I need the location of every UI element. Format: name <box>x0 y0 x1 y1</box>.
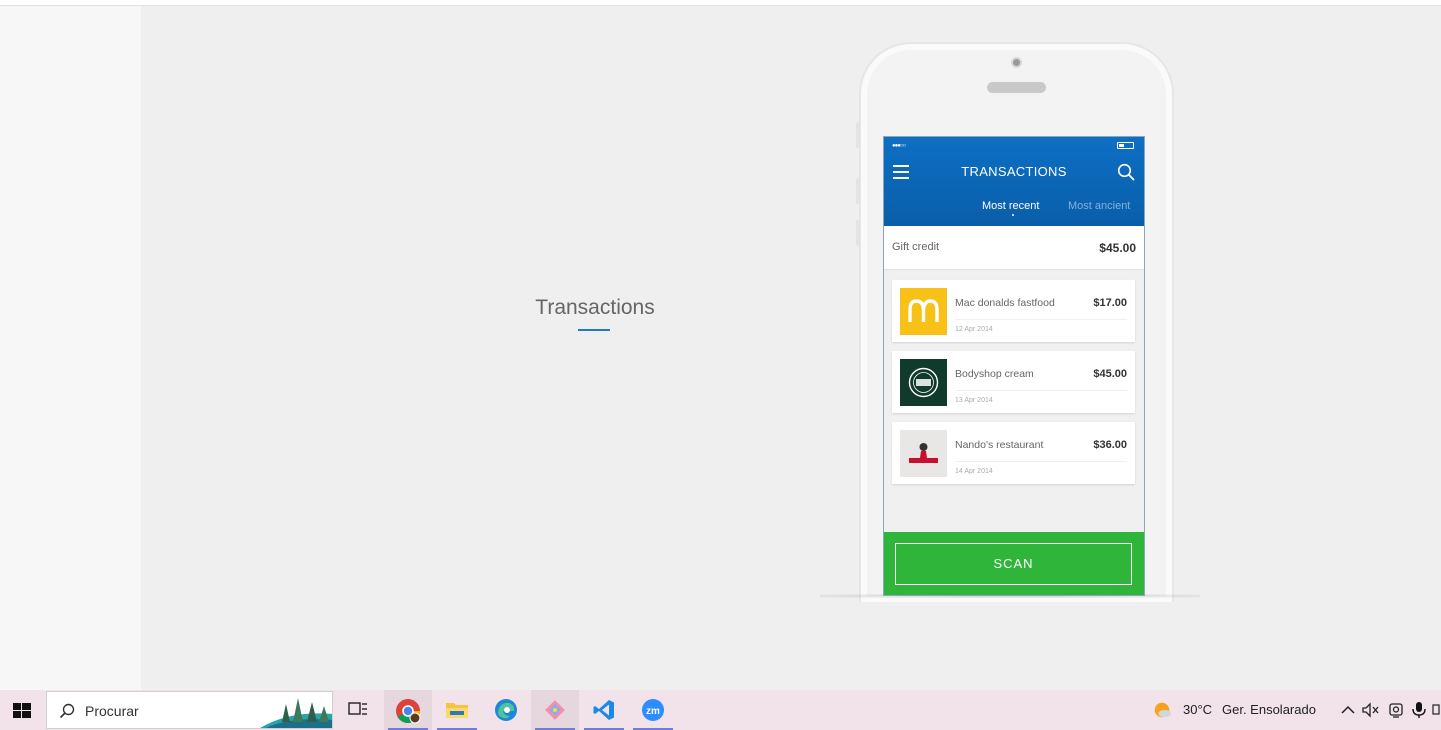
gift-credit-value: $45.00 <box>1099 241 1136 255</box>
mcdonalds-logo <box>900 288 947 335</box>
bodyshop-logo <box>900 359 947 406</box>
windows-start-icon[interactable] <box>0 690 44 730</box>
weather-temperature[interactable]: 30°C <box>1183 702 1212 717</box>
git-icon <box>545 700 565 720</box>
task-view-button[interactable] <box>334 690 382 730</box>
divider <box>955 461 1127 462</box>
left-panel <box>0 6 141 690</box>
transaction-item[interactable]: Bodyshop cream $45.00 13 Apr 2014 <box>892 351 1135 413</box>
search-placeholder: Procurar <box>85 703 139 719</box>
phone-side-button <box>856 122 860 148</box>
transaction-name: Nando's restaurant <box>955 439 1044 451</box>
taskbar: Procurar zm 30°C Ger. Ensolarado <box>0 690 1441 730</box>
transaction-name: Mac donalds fastfood <box>955 297 1055 309</box>
phone-speaker <box>987 82 1046 93</box>
phone-side-button <box>856 220 860 246</box>
taskbar-app-file-explorer[interactable] <box>433 690 481 730</box>
search-highlight-image <box>260 698 332 728</box>
page-title: Transactions <box>535 296 655 319</box>
transaction-date: 12 Apr 2014 <box>955 326 993 333</box>
file-explorer-icon <box>446 703 468 718</box>
transaction-date: 13 Apr 2014 <box>955 397 993 404</box>
edge-icon <box>495 699 517 721</box>
weather-sun-icon[interactable] <box>1152 700 1172 720</box>
zoom-icon: zm <box>642 699 664 721</box>
speaker-muted-icon[interactable] <box>1361 700 1381 720</box>
title-underline <box>578 329 610 331</box>
divider <box>955 390 1127 391</box>
gift-credit-label: Gift credit <box>892 241 940 253</box>
tab-most-ancient[interactable]: Most ancient <box>1068 200 1130 212</box>
phone-screen: ●●●○○ TRANSACTIONS Most recent Most anci… <box>883 136 1145 596</box>
main-content <box>141 6 1441 690</box>
app-header: ●●●○○ TRANSACTIONS Most recent Most anci… <box>884 137 1144 226</box>
divider <box>955 319 1127 320</box>
taskbar-app-vscode[interactable] <box>580 690 628 730</box>
active-tab-indicator <box>1012 214 1014 216</box>
taskbar-app-edge[interactable] <box>482 690 530 730</box>
chrome-icon <box>396 699 421 724</box>
vscode-icon <box>593 700 614 720</box>
taskbar-search-input[interactable]: Procurar <box>46 691 333 729</box>
transaction-amount: $17.00 <box>1093 297 1127 309</box>
taskbar-app-git[interactable] <box>531 690 579 730</box>
transaction-amount: $45.00 <box>1093 368 1127 380</box>
phone-side-button <box>856 178 860 204</box>
network-icon[interactable] <box>1431 700 1441 720</box>
transaction-item[interactable]: Mac donalds fastfood $17.00 12 Apr 2014 <box>892 280 1135 342</box>
tab-most-recent[interactable]: Most recent <box>982 200 1039 212</box>
app-title: TRANSACTIONS <box>961 164 1067 179</box>
microphone-icon[interactable] <box>1409 700 1429 720</box>
nandos-logo <box>900 430 947 477</box>
camera-icon[interactable] <box>1386 700 1406 720</box>
transaction-amount: $36.00 <box>1093 439 1127 451</box>
search-icon[interactable] <box>1117 163 1135 181</box>
svg-text:zm: zm <box>646 706 660 717</box>
transaction-date: 14 Apr 2014 <box>955 468 993 475</box>
task-view-icon <box>348 702 367 715</box>
search-icon <box>59 703 75 719</box>
scan-button[interactable]: SCAN <box>895 543 1132 585</box>
signal-indicator: ●●●○○ <box>892 143 906 149</box>
gift-credit-row: Gift credit $45.00 <box>884 226 1144 270</box>
scan-footer: SCAN <box>884 532 1144 595</box>
chevron-up-icon[interactable] <box>1338 700 1358 720</box>
taskbar-app-zoom[interactable]: zm <box>629 690 677 730</box>
transaction-item[interactable]: Nando's restaurant $36.00 14 Apr 2014 <box>892 422 1135 484</box>
weather-condition[interactable]: Ger. Ensolarado <box>1222 702 1316 717</box>
phone-camera <box>1011 57 1022 68</box>
taskbar-app-chrome[interactable] <box>384 690 432 730</box>
transaction-name: Bodyshop cream <box>955 368 1034 380</box>
battery-icon <box>1117 142 1134 149</box>
